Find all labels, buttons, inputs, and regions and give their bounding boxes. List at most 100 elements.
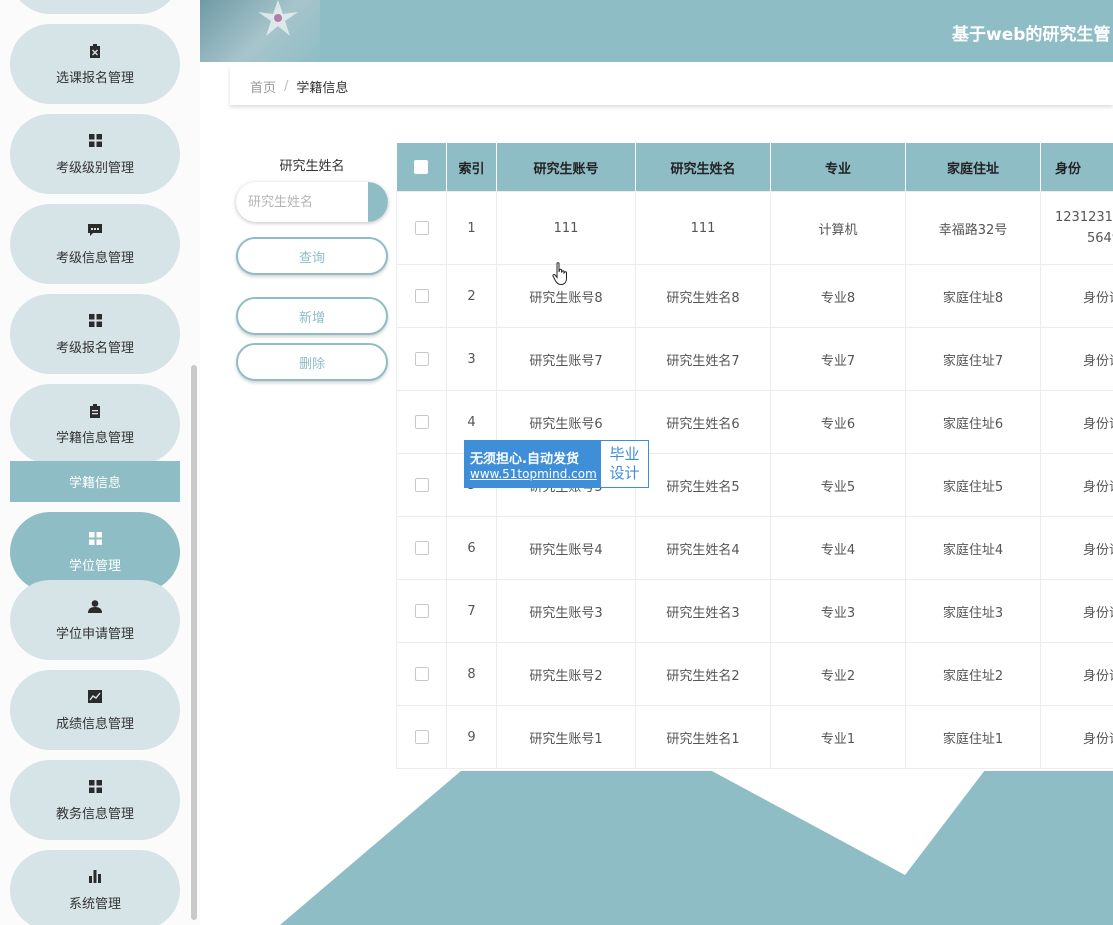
sidebar-subitem-student-info[interactable]: 学籍信息 xyxy=(10,461,180,502)
sidebar-item-label: 选课报名管理 xyxy=(55,70,134,86)
sidebar-item-label: 系统管理 xyxy=(68,896,121,912)
grid-icon xyxy=(87,133,103,149)
sidebar-item-degree-application[interactable]: 学位申请管理 xyxy=(10,580,180,660)
watermark-badge: 无须担心.自动发货 www.51topmind.com 毕业 设计 xyxy=(464,440,649,488)
top-header: 基于web的研究生管 xyxy=(200,0,1113,62)
row-checkbox[interactable] xyxy=(414,289,429,303)
address-cell: 家庭住址8 xyxy=(905,264,1041,328)
search-box-cap xyxy=(368,182,388,222)
bar-chart-icon xyxy=(87,869,103,885)
row-checkbox[interactable] xyxy=(414,415,429,429)
table-header-row: 索引 研究生账号 研究生姓名 专业 家庭住址 身份 xyxy=(396,143,1113,192)
column-header-major[interactable]: 专业 xyxy=(770,143,906,192)
message-icon xyxy=(87,223,103,239)
name-cell: 研究生姓名1 xyxy=(635,705,771,769)
account-cell: 研究生账号4 xyxy=(496,516,636,580)
row-checkbox[interactable] xyxy=(414,730,429,744)
major-cell: 专业5 xyxy=(770,453,906,517)
table-row[interactable]: 8 研究生账号2 研究生姓名2 专业2 家庭住址2 身份证 xyxy=(396,642,1113,706)
select-all-checkbox[interactable] xyxy=(414,160,429,174)
sidebar-item-academic-affairs[interactable]: 教务信息管理 xyxy=(10,760,180,840)
major-cell: 专业4 xyxy=(770,516,906,580)
sidebar-item-label: 成绩信息管理 xyxy=(55,716,134,732)
delete-button[interactable]: 删除 xyxy=(236,343,388,381)
breadcrumb-separator: / xyxy=(284,78,289,94)
grid-icon xyxy=(87,531,103,547)
row-checkbox[interactable] xyxy=(414,478,429,492)
index-cell: 1 xyxy=(446,191,497,265)
column-header-index[interactable]: 索引 xyxy=(446,143,497,192)
id-cell: 身份证 xyxy=(1040,705,1113,769)
account-cell: 研究生账号1 xyxy=(496,705,636,769)
search-field-label: 研究生姓名 xyxy=(279,159,345,174)
address-cell: 家庭住址1 xyxy=(905,705,1041,769)
account-cell: 研究生账号3 xyxy=(496,579,636,643)
sidebar-item-grades[interactable]: 成绩信息管理 xyxy=(10,670,180,750)
address-cell: 家庭住址4 xyxy=(905,516,1041,580)
sidebar-item-label: 考级报名管理 xyxy=(55,340,134,356)
name-cell: 研究生姓名8 xyxy=(635,264,771,328)
user-icon xyxy=(87,599,103,615)
select-all-header xyxy=(396,143,447,192)
major-cell: 专业2 xyxy=(770,642,906,706)
index-cell: 8 xyxy=(446,642,497,706)
sidebar-item-top-partial[interactable] xyxy=(10,0,180,14)
line-chart-icon xyxy=(87,689,103,705)
column-header-id[interactable]: 身份 xyxy=(1040,143,1113,192)
row-checkbox[interactable] xyxy=(414,604,429,618)
major-cell: 专业8 xyxy=(770,264,906,328)
column-header-account[interactable]: 研究生账号 xyxy=(496,143,636,192)
breadcrumb-home-link[interactable]: 首页 xyxy=(250,77,276,96)
sidebar-item-exam-signup[interactable]: 考级报名管理 xyxy=(10,294,180,374)
sidebar-item-student-status[interactable]: 学籍信息管理 xyxy=(10,384,180,464)
sidebar-item-system[interactable]: 系统管理 xyxy=(10,850,180,925)
row-checkbox[interactable] xyxy=(414,541,429,555)
index-cell: 2 xyxy=(446,264,497,328)
index-cell: 7 xyxy=(446,579,497,643)
address-cell: 家庭住址7 xyxy=(905,327,1041,391)
table-row[interactable]: 6 研究生账号4 研究生姓名4 专业4 家庭住址4 身份证 xyxy=(396,516,1113,580)
address-cell: 家庭住址5 xyxy=(905,453,1041,517)
id-cell: 身份证 xyxy=(1040,453,1113,517)
column-header-address[interactable]: 家庭住址 xyxy=(905,143,1041,192)
address-cell: 家庭住址6 xyxy=(905,390,1041,454)
table-row[interactable]: 2 研究生账号8 研究生姓名8 专业8 家庭住址8 身份证 xyxy=(396,264,1113,328)
address-cell: 家庭住址2 xyxy=(905,642,1041,706)
address-cell: 家庭住址3 xyxy=(905,579,1041,643)
table-row[interactable]: 3 研究生账号7 研究生姓名7 专业7 家庭住址7 身份证 xyxy=(396,327,1113,391)
row-checkbox[interactable] xyxy=(414,667,429,681)
header-decoration xyxy=(200,0,320,62)
sidebar-item-label: 学位申请管理 xyxy=(55,626,134,642)
name-cell: 研究生姓名5 xyxy=(635,453,771,517)
add-button[interactable]: 新增 xyxy=(236,297,388,335)
major-cell: 专业3 xyxy=(770,579,906,643)
row-checkbox[interactable] xyxy=(414,221,429,235)
sidebar-scrollbar[interactable] xyxy=(191,365,197,920)
sidebar-item-label: 教务信息管理 xyxy=(55,806,134,822)
id-cell: 身份证 xyxy=(1040,327,1113,391)
id-cell: 身份证 xyxy=(1040,264,1113,328)
row-select-cell xyxy=(396,191,447,265)
id-cell: 身份证 xyxy=(1040,642,1113,706)
column-header-name[interactable]: 研究生姓名 xyxy=(635,143,771,192)
row-checkbox[interactable] xyxy=(414,352,429,366)
clipboard-x-icon xyxy=(87,43,103,59)
major-cell: 专业6 xyxy=(770,390,906,454)
sidebar-item-exam-level[interactable]: 考级级别管理 xyxy=(10,114,180,194)
hand-cursor-icon xyxy=(552,262,567,286)
name-cell: 研究生姓名7 xyxy=(635,327,771,391)
sidebar-item-course-signup[interactable]: 选课报名管理 xyxy=(10,24,180,104)
watermark-right-1: 毕业 xyxy=(609,445,640,463)
search-input[interactable] xyxy=(236,182,366,222)
sidebar-item-exam-info[interactable]: 考级信息管理 xyxy=(10,204,180,284)
name-cell: 111 xyxy=(635,191,771,265)
name-cell: 研究生姓名3 xyxy=(635,579,771,643)
id-cell: 身份证 xyxy=(1040,516,1113,580)
table-row[interactable]: 7 研究生账号3 研究生姓名3 专业3 家庭住址3 身份证 xyxy=(396,579,1113,643)
breadcrumb: 首页 / 学籍信息 xyxy=(230,67,1113,105)
table-row[interactable]: 9 研究生账号1 研究生姓名1 专业1 家庭住址1 身份证 xyxy=(396,705,1113,769)
index-cell: 3 xyxy=(446,327,497,391)
table-row[interactable]: 1 111 111 计算机 幸福路32号 12312312 5649 xyxy=(396,191,1113,265)
search-button[interactable]: 查询 xyxy=(236,237,388,275)
breadcrumb-current: 学籍信息 xyxy=(296,80,349,96)
